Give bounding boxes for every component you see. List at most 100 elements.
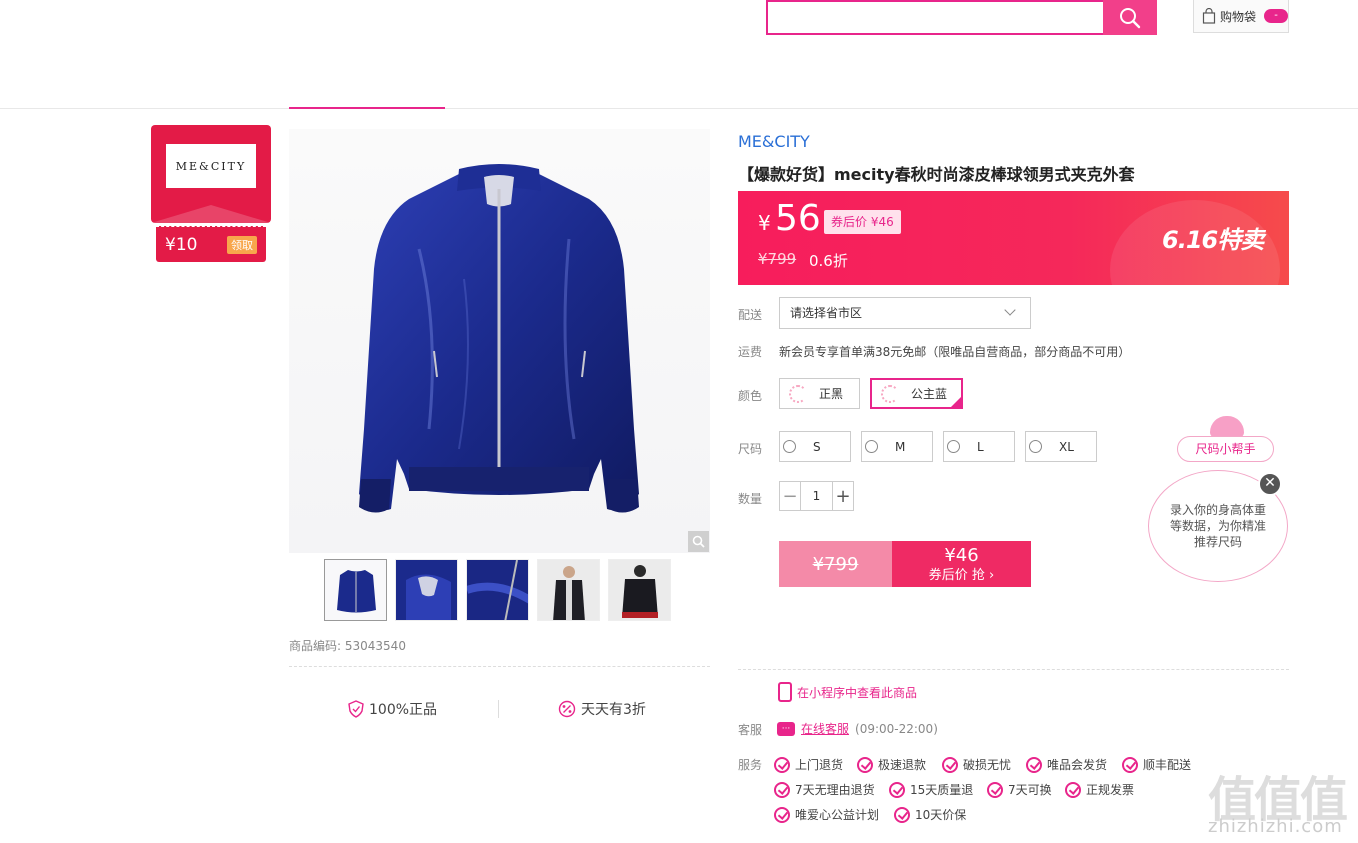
quantity-decrease-button[interactable]: − — [779, 481, 801, 511]
size-label: 尺码 — [738, 442, 763, 456]
thumbnail-1[interactable] — [324, 559, 387, 621]
delivery-region-select[interactable]: 请选择省市区 — [779, 297, 1031, 329]
current-price: 56 — [775, 198, 821, 239]
service-item: 10天价保 — [894, 806, 966, 823]
shipping-label: 运费 — [738, 345, 763, 359]
thumbnail-4[interactable] — [537, 559, 600, 621]
zoom-button[interactable] — [688, 531, 709, 552]
service-item-label: 顺丰配送 — [1143, 758, 1192, 772]
quantity-increase-button[interactable]: + — [832, 481, 854, 511]
service-item: 极速退款 — [857, 756, 926, 773]
customer-service-label: 客服 — [738, 723, 763, 737]
loading-swatch-icon — [881, 384, 899, 403]
service-item-label: 唯品会发货 — [1047, 758, 1108, 772]
check-circle-icon — [774, 806, 790, 823]
service-item: 破损无忧 — [942, 756, 1011, 773]
service-item: 正规发票 — [1065, 781, 1134, 798]
size-option-label: S — [813, 439, 821, 454]
quantity-label: 数量 — [738, 492, 763, 506]
service-item-label: 7天无理由退货 — [795, 783, 875, 797]
service-hours: (09:00-22:00) — [855, 721, 938, 736]
product-sku: 商品编码: 53043540 — [289, 637, 406, 654]
online-service-link[interactable]: 在线客服 — [801, 720, 849, 737]
size-option-s[interactable]: S — [779, 431, 851, 462]
guarantee-authentic: 100%正品 — [348, 699, 437, 719]
buy-cta-label: 券后价 抢 › — [928, 568, 995, 583]
size-option-label: L — [977, 439, 984, 454]
thumbnail-2[interactable] — [395, 559, 458, 621]
check-circle-icon — [894, 806, 910, 823]
search-button[interactable] — [1103, 0, 1157, 35]
radio-icon — [947, 440, 960, 453]
buy-price: ¥46 — [944, 545, 979, 566]
promo-label: 6.16特卖 — [1162, 226, 1264, 254]
after-coupon-tag: 券后价 ¥46 — [824, 210, 901, 234]
color-option-black[interactable]: 正黑 — [779, 378, 860, 409]
service-item: 7天可换 — [987, 781, 1052, 798]
chat-icon: ··· — [777, 721, 795, 736]
service-item: 15天质量退 — [889, 781, 973, 798]
color-option-label: 公主蓝 — [911, 387, 948, 401]
check-circle-icon — [942, 756, 958, 773]
service-item-label: 破损无忧 — [963, 758, 1012, 772]
size-option-l[interactable]: L — [943, 431, 1015, 462]
thumbnail-image — [325, 560, 386, 620]
service-item: 唯爱心公益计划 — [774, 806, 879, 823]
thumbnail-5[interactable] — [608, 559, 671, 621]
check-circle-icon — [774, 781, 790, 798]
original-price: ¥799 — [758, 250, 797, 268]
brand-logo: ME&CITY — [166, 144, 256, 188]
radio-icon — [783, 440, 796, 453]
gallery-divider — [289, 666, 710, 667]
shopping-bag-icon — [1202, 8, 1216, 24]
product-main-image[interactable] — [289, 129, 710, 553]
thumbnail-image — [467, 560, 528, 620]
color-option-blue[interactable]: 公主蓝 — [870, 378, 963, 409]
service-item-label: 7天可换 — [1008, 783, 1052, 797]
size-option-m[interactable]: M — [861, 431, 933, 462]
search-icon — [1120, 7, 1141, 28]
shipping-info: 新会员专享首单满38元免邮（限唯品自营商品，部分商品不可用） — [779, 345, 1131, 359]
thumbnail-image — [538, 560, 599, 620]
check-circle-icon — [1065, 781, 1081, 798]
miniprogram-link[interactable]: 在小程序中查看此商品 — [778, 682, 917, 702]
size-option-label: XL — [1059, 439, 1074, 454]
close-icon[interactable]: ✕ — [1258, 472, 1282, 496]
service-item-label: 上门退货 — [795, 758, 844, 772]
radio-icon — [1029, 440, 1042, 453]
sku-label: 商品编码: — [289, 639, 342, 653]
shopping-bag-label: 购物袋 — [1220, 9, 1257, 24]
discount-rate: 0.6折 — [809, 252, 848, 270]
buy-with-coupon-button[interactable]: ¥46 券后价 抢 › — [892, 541, 1031, 587]
quantity-input[interactable]: 1 — [801, 481, 832, 511]
brand-coupon[interactable]: ¥10 领取 — [156, 226, 266, 262]
radio-icon — [865, 440, 878, 453]
claim-coupon-button[interactable]: 领取 — [227, 235, 257, 254]
search-input[interactable] — [766, 0, 1103, 35]
service-item: 顺丰配送 — [1122, 756, 1191, 773]
guarantee-separator — [498, 700, 499, 718]
check-circle-icon — [774, 756, 790, 773]
price-currency: ¥ — [758, 211, 771, 235]
magnifier-icon — [692, 535, 705, 548]
sku-value: 53043540 — [344, 639, 406, 653]
color-label: 颜色 — [738, 389, 763, 403]
brand-card-notch — [151, 205, 271, 223]
thumbnail-3[interactable] — [466, 559, 529, 621]
buy-original-price: ¥799 — [779, 541, 892, 587]
shield-icon — [348, 700, 364, 718]
size-option-xl[interactable]: XL — [1025, 431, 1097, 462]
cart-count-badge: - — [1264, 9, 1289, 23]
services-label: 服务 — [738, 758, 763, 772]
info-divider — [738, 669, 1289, 670]
header-divider — [0, 108, 1358, 109]
service-item-label: 唯爱心公益计划 — [795, 808, 880, 822]
shopping-bag-button[interactable]: 购物袋 - — [1193, 0, 1289, 33]
size-helper-title[interactable]: 尺码小帮手 — [1177, 436, 1274, 462]
service-item: 上门退货 — [774, 756, 843, 773]
product-title: 【爆款好货】mecity春秋时尚漆皮棒球领男式夹克外套 — [738, 165, 1135, 184]
brand-link[interactable]: ME&CITY — [738, 132, 810, 151]
check-circle-icon — [889, 781, 905, 798]
selected-check-icon — [949, 395, 963, 409]
discount-icon — [558, 700, 576, 718]
